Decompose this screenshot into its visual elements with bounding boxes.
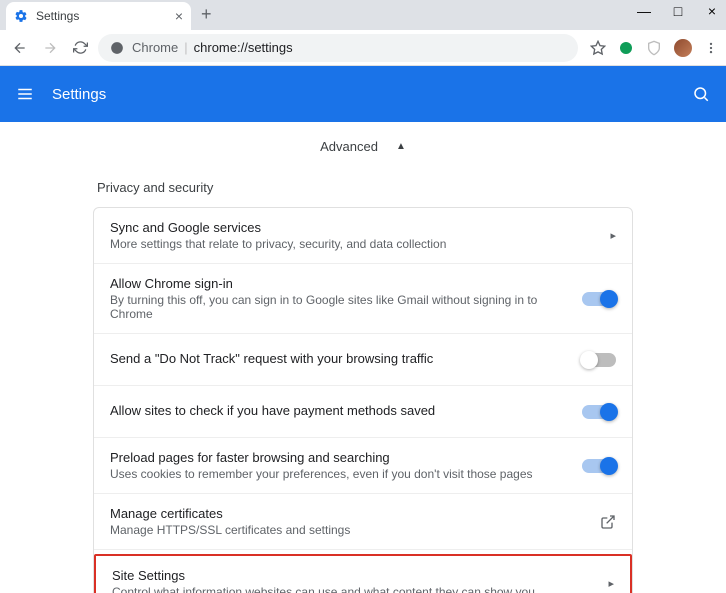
row-title: Preload pages for faster browsing and se…	[110, 450, 570, 465]
row-title: Allow Chrome sign-in	[110, 276, 570, 291]
row-title: Allow sites to check if you have payment…	[110, 403, 570, 418]
minimize-icon[interactable]: —	[636, 3, 652, 19]
back-button[interactable]	[8, 36, 32, 60]
shield-icon[interactable]	[646, 40, 662, 56]
row-text: Send a "Do Not Track" request with your …	[110, 351, 570, 368]
profile-avatar[interactable]	[674, 39, 692, 57]
row-text: Allow Chrome sign-in By turning this off,…	[110, 276, 570, 321]
settings-appbar: Settings	[0, 66, 726, 122]
row-title: Send a "Do Not Track" request with your …	[110, 351, 570, 366]
row-subtitle: More settings that relate to privacy, se…	[110, 237, 598, 251]
appbar-title: Settings	[52, 86, 106, 103]
row-subtitle: Manage HTTPS/SSL certificates and settin…	[110, 523, 588, 537]
toggle-switch[interactable]	[582, 292, 616, 306]
star-icon[interactable]	[590, 40, 606, 56]
chevron-up-icon: ▲	[396, 141, 406, 152]
row-text: Preload pages for faster browsing and se…	[110, 450, 570, 481]
settings-row[interactable]: Preload pages for faster browsing and se…	[94, 438, 632, 494]
settings-row[interactable]: Allow Chrome sign-in By turning this off,…	[94, 264, 632, 334]
omnibox-url: chrome://settings	[194, 40, 293, 55]
advanced-toggle[interactable]: Advanced ▲	[0, 122, 726, 170]
close-window-icon[interactable]: ×	[704, 3, 720, 19]
omnibox-label: Chrome	[132, 40, 178, 55]
row-subtitle: By turning this off, you can sign in to …	[110, 293, 570, 321]
address-bar[interactable]: Chrome | chrome://settings	[98, 34, 578, 62]
row-title: Site Settings	[112, 568, 596, 583]
browser-tab[interactable]: Settings ×	[6, 2, 191, 30]
settings-row[interactable]: Site Settings Control what information we…	[94, 554, 632, 593]
external-link-icon[interactable]	[600, 514, 616, 530]
tab-strip: Settings × + — □ ×	[0, 0, 726, 30]
new-tab-button[interactable]: +	[201, 4, 212, 25]
window-controls: — □ ×	[636, 3, 720, 19]
chevron-right-icon: ▸	[610, 229, 616, 242]
row-title: Sync and Google services	[110, 220, 598, 235]
settings-content: Advanced ▲ Privacy and security Sync and…	[0, 122, 726, 593]
row-text: Site Settings Control what information we…	[112, 568, 596, 593]
toggle-switch[interactable]	[582, 353, 616, 367]
section-title: Privacy and security	[93, 170, 633, 207]
toggle-switch[interactable]	[582, 405, 616, 419]
omnibox-separator: |	[184, 40, 187, 55]
reload-button[interactable]	[68, 36, 92, 60]
row-text: Allow sites to check if you have payment…	[110, 403, 570, 420]
settings-row[interactable]: Manage certificates Manage HTTPS/SSL cert…	[94, 494, 632, 550]
browser-toolbar: Chrome | chrome://settings	[0, 30, 726, 66]
settings-row[interactable]: Send a "Do Not Track" request with your …	[94, 334, 632, 386]
forward-button[interactable]	[38, 36, 62, 60]
toggle-switch[interactable]	[582, 459, 616, 473]
row-title: Manage certificates	[110, 506, 588, 521]
settings-row[interactable]: Sync and Google services More settings th…	[94, 208, 632, 264]
settings-row[interactable]: Allow sites to check if you have payment…	[94, 386, 632, 438]
hamburger-icon[interactable]	[16, 85, 34, 103]
search-icon[interactable]	[692, 85, 710, 103]
row-text: Sync and Google services More settings th…	[110, 220, 598, 251]
menu-icon[interactable]	[704, 41, 718, 55]
close-icon[interactable]: ×	[175, 8, 183, 24]
extension-icon-1[interactable]	[618, 40, 634, 56]
settings-card: Sync and Google services More settings th…	[93, 207, 633, 593]
row-text: Manage certificates Manage HTTPS/SSL cert…	[110, 506, 588, 537]
chevron-right-icon: ▸	[608, 577, 614, 590]
maximize-icon[interactable]: □	[670, 3, 686, 19]
tab-title: Settings	[36, 9, 79, 23]
privacy-section: Privacy and security Sync and Google ser…	[93, 170, 633, 593]
row-subtitle: Control what information websites can us…	[112, 585, 596, 593]
gear-icon	[14, 9, 28, 23]
advanced-label: Advanced	[320, 139, 378, 154]
row-subtitle: Uses cookies to remember your preference…	[110, 467, 570, 481]
